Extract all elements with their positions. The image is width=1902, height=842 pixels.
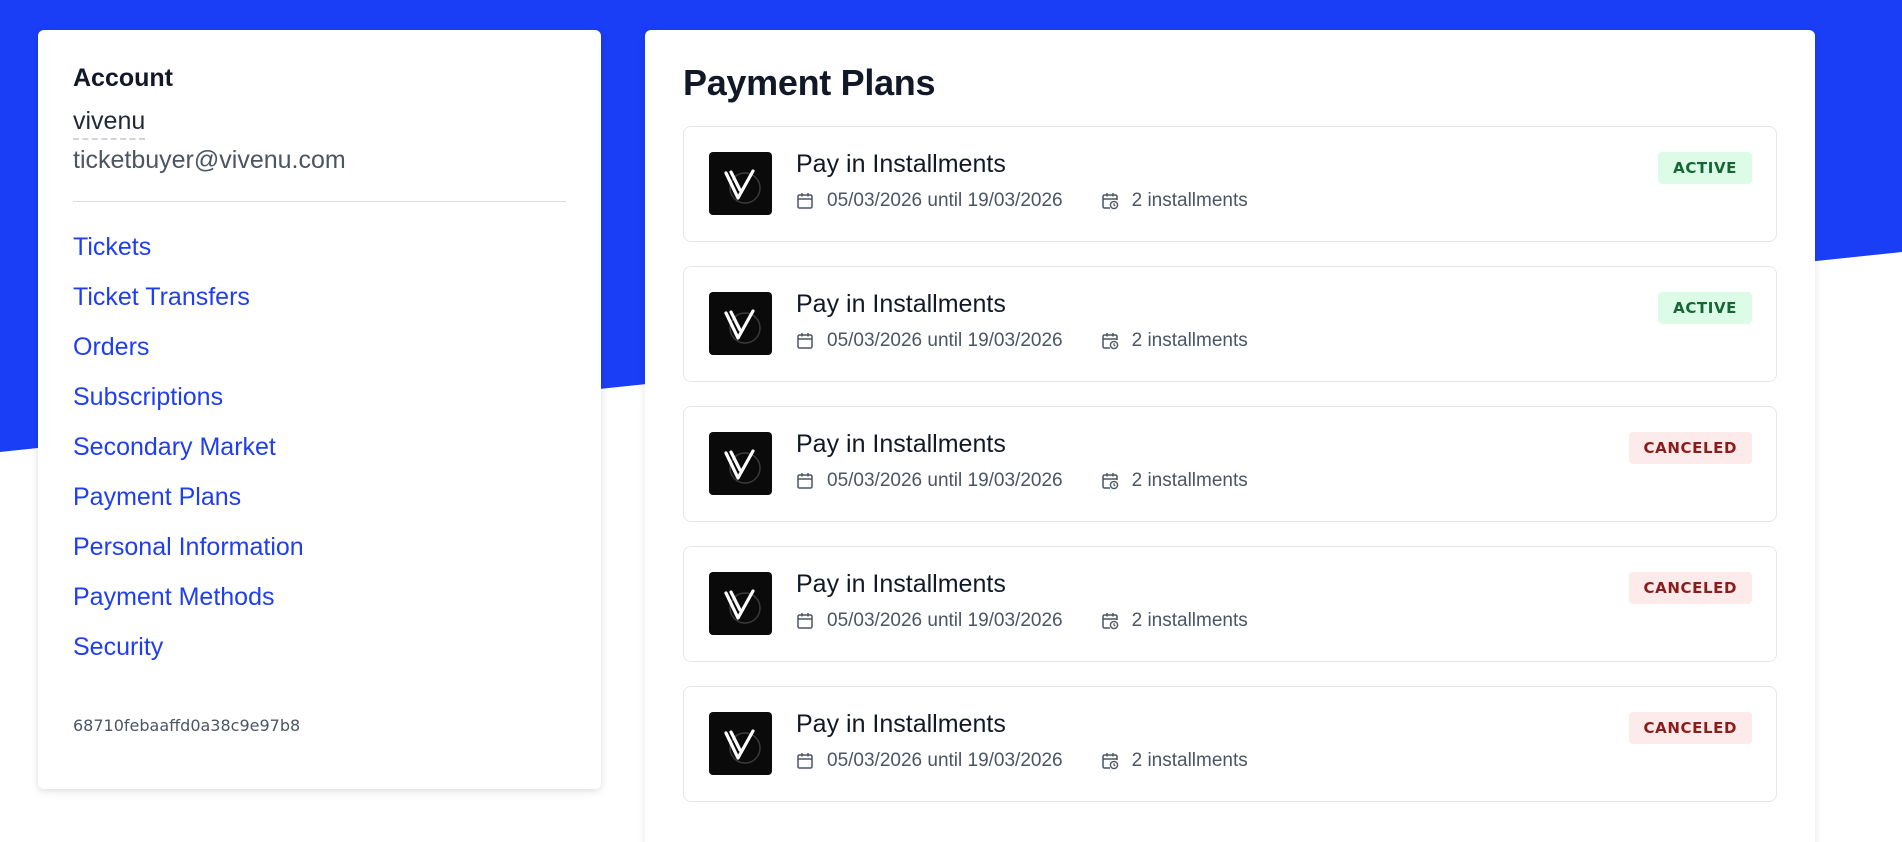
nav-tickets[interactable]: Tickets — [73, 233, 151, 261]
payment-plan-name: Pay in Installments — [796, 710, 1006, 738]
payment-plan-meta: 05/03/2026 until 19/03/2026 2 installmen… — [796, 610, 1248, 632]
payment-plan-row[interactable]: Pay in Installments 05/03/2026 until 19/… — [683, 686, 1777, 802]
calendar-clock-icon — [1101, 613, 1118, 630]
payment-plan-name: Pay in Installments — [796, 570, 1006, 598]
payment-plan-installments: 2 installments — [1131, 190, 1248, 211]
calendar-icon — [797, 473, 813, 489]
calendar-icon — [797, 333, 813, 349]
payment-plan-row[interactable]: Pay in Installments 05/03/2026 until 19/… — [683, 266, 1777, 382]
payment-plan-installments: 2 installments — [1131, 470, 1248, 491]
account-user-id: 68710febaaffd0a38c9e97b8 — [73, 716, 301, 735]
calendar-icon — [797, 753, 813, 769]
nav-payment-plans[interactable]: Payment Plans — [73, 483, 241, 511]
payment-plan-installments: 2 installments — [1131, 330, 1248, 351]
vivenu-logo — [709, 152, 772, 215]
nav-ticket-transfers[interactable]: Ticket Transfers — [73, 283, 250, 311]
payment-plan-meta: 05/03/2026 until 19/03/2026 2 installmen… — [796, 330, 1248, 352]
status-badge: CANCELED — [1628, 572, 1752, 604]
payment-plan-dates: 05/03/2026 until 19/03/2026 — [827, 750, 1063, 771]
calendar-clock-icon — [1101, 333, 1118, 350]
payment-plan-row[interactable]: Pay in Installments 05/03/2026 until 19/… — [683, 406, 1777, 522]
calendar-clock-icon — [1101, 473, 1118, 490]
calendar-icon — [797, 193, 813, 209]
payment-plan-dates: 05/03/2026 until 19/03/2026 — [827, 610, 1063, 631]
payment-plan-name: Pay in Installments — [796, 290, 1006, 318]
calendar-icon — [797, 613, 813, 629]
page-title: Payment Plans — [683, 62, 936, 103]
account-name: vivenu — [73, 107, 146, 140]
payment-plan-dates: 05/03/2026 until 19/03/2026 — [827, 330, 1063, 351]
account-email: ticketbuyer@vivenu.com — [73, 146, 346, 174]
payment-plan-meta: 05/03/2026 until 19/03/2026 2 installmen… — [796, 190, 1248, 212]
vivenu-logo — [709, 572, 772, 635]
payment-plan-meta: 05/03/2026 until 19/03/2026 2 installmen… — [796, 470, 1248, 492]
status-badge: CANCELED — [1628, 712, 1752, 744]
payment-plan-installments: 2 installments — [1131, 610, 1248, 631]
payment-plans-panel: Payment Plans Pay in Installments 05/03/… — [645, 30, 1815, 842]
status-badge: CANCELED — [1628, 432, 1752, 464]
payment-plan-row[interactable]: Pay in Installments 05/03/2026 until 19/… — [683, 126, 1777, 242]
account-heading: Account — [73, 64, 173, 92]
status-badge: ACTIVE — [1658, 152, 1752, 184]
nav-personal-information[interactable]: Personal Information — [73, 533, 304, 561]
payment-plan-name: Pay in Installments — [796, 430, 1006, 458]
payment-plan-installments: 2 installments — [1131, 750, 1248, 771]
nav-subscriptions[interactable]: Subscriptions — [73, 383, 223, 411]
payment-plan-meta: 05/03/2026 until 19/03/2026 2 installmen… — [796, 750, 1248, 772]
calendar-clock-icon — [1101, 193, 1118, 210]
vivenu-logo — [709, 712, 772, 775]
payment-plan-row[interactable]: Pay in Installments 05/03/2026 until 19/… — [683, 546, 1777, 662]
payment-plan-dates: 05/03/2026 until 19/03/2026 — [827, 470, 1063, 491]
vivenu-logo — [709, 432, 772, 495]
account-sidebar: Account vivenu ticketbuyer@vivenu.com Ti… — [38, 30, 601, 789]
payment-plan-name: Pay in Installments — [796, 150, 1006, 178]
account-divider — [73, 201, 566, 202]
nav-payment-methods[interactable]: Payment Methods — [73, 583, 275, 611]
nav-secondary-market[interactable]: Secondary Market — [73, 433, 276, 461]
vivenu-logo — [709, 292, 772, 355]
calendar-clock-icon — [1101, 753, 1118, 770]
payment-plan-list: Pay in Installments 05/03/2026 until 19/… — [683, 126, 1777, 802]
account-nav: Tickets Ticket Transfers Orders Subscrip… — [73, 232, 566, 682]
payment-plan-dates: 05/03/2026 until 19/03/2026 — [827, 190, 1063, 211]
nav-security[interactable]: Security — [73, 633, 163, 661]
status-badge: ACTIVE — [1658, 292, 1752, 324]
nav-orders[interactable]: Orders — [73, 333, 149, 361]
